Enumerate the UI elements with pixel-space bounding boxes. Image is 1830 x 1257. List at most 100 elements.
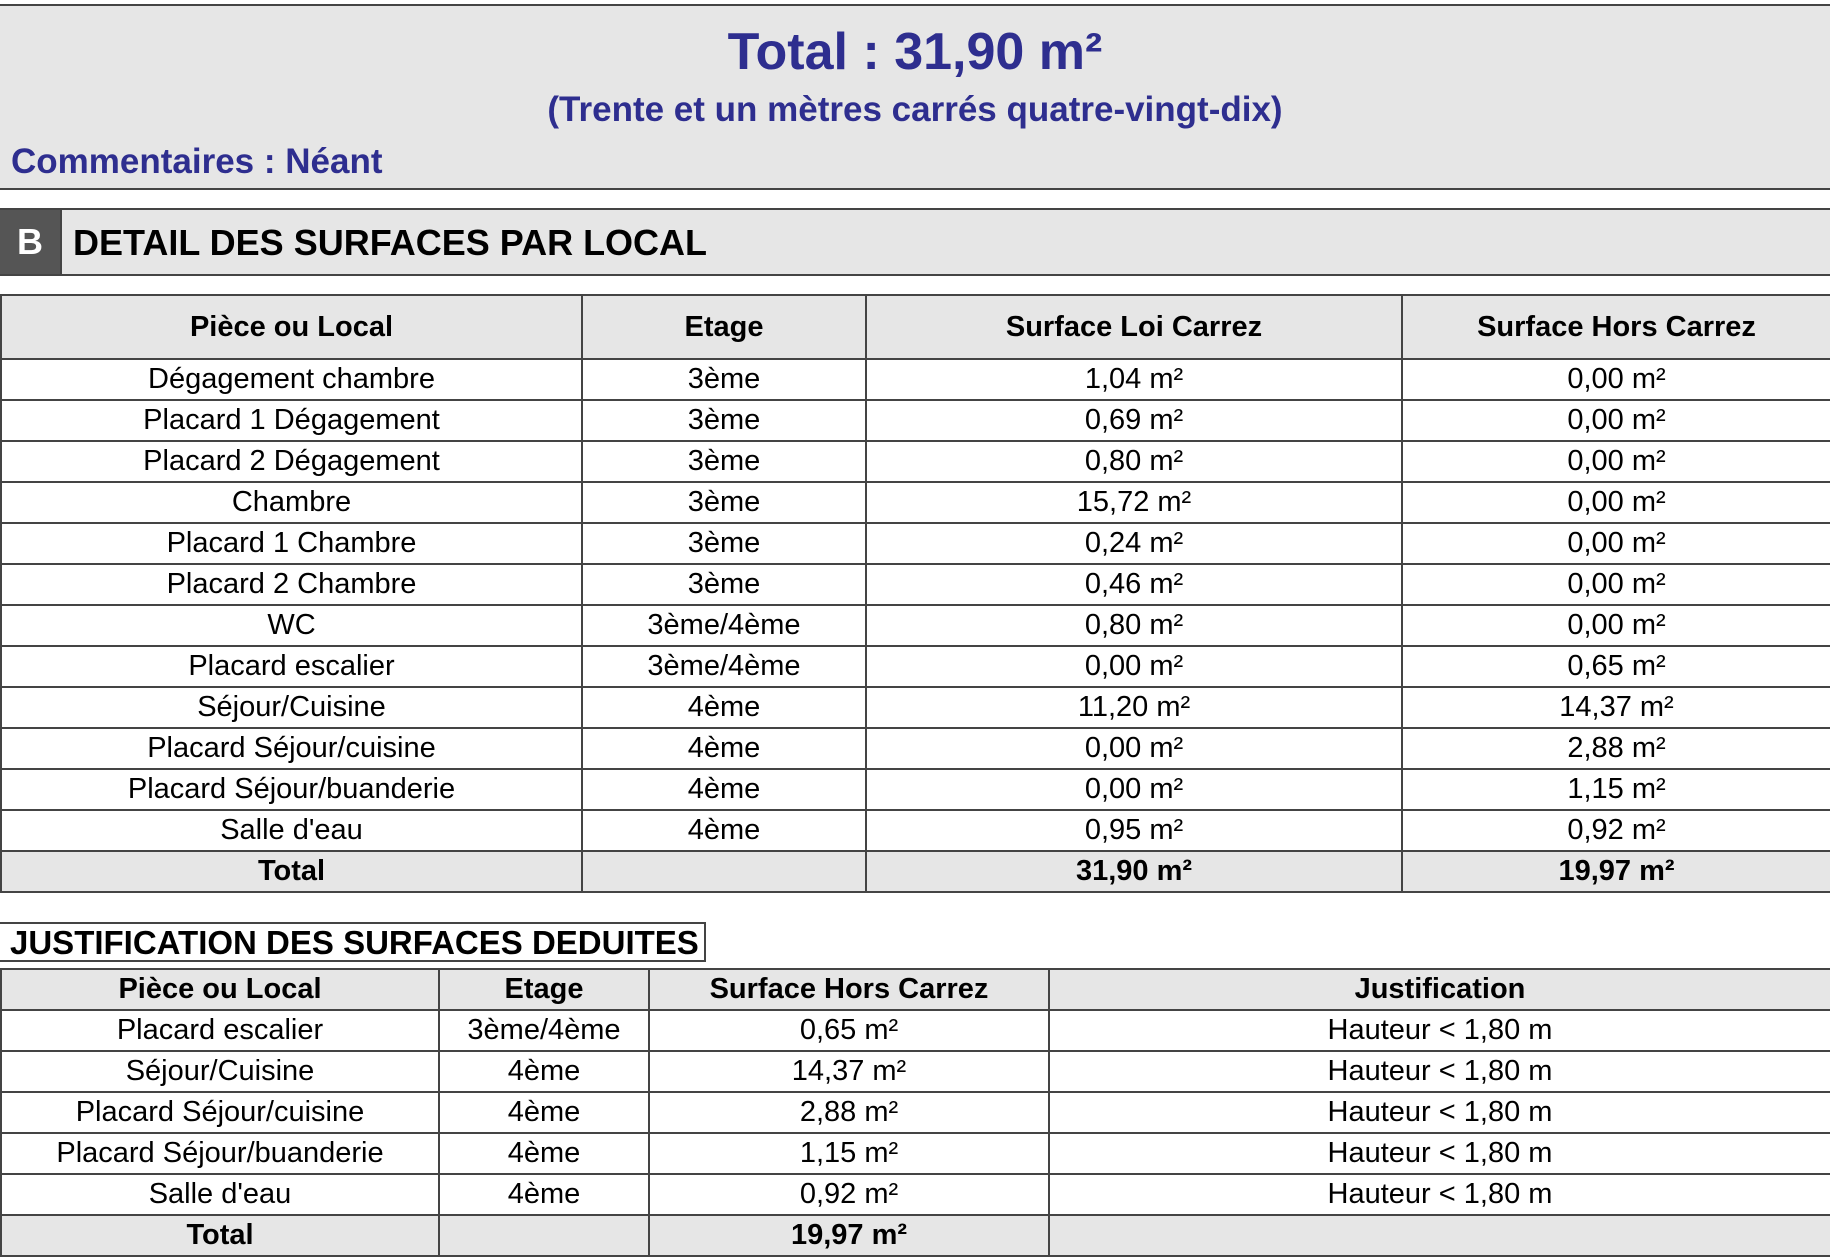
table-cell bbox=[438, 1214, 650, 1257]
table-cell: Hauteur < 1,80 m bbox=[1048, 1173, 1830, 1216]
total-hors-carrez: 19,97 m² bbox=[1401, 850, 1830, 893]
table-cell: 4ème bbox=[581, 809, 867, 852]
column-header: Pièce ou Local bbox=[0, 968, 440, 1011]
table-row: Placard 2 Chambre 3ème 0,46 m² 0,00 m² bbox=[0, 563, 1830, 606]
table-row: Séjour/Cuisine 4ème 14,37 m² Hauteur < 1… bbox=[0, 1050, 1830, 1093]
column-header: Surface Hors Carrez bbox=[648, 968, 1050, 1011]
table-cell: 0,00 m² bbox=[1401, 399, 1830, 442]
table-cell: Hauteur < 1,80 m bbox=[1048, 1091, 1830, 1134]
table-cell: 0,00 m² bbox=[1401, 563, 1830, 606]
table-cell: 4ème bbox=[438, 1091, 650, 1134]
table-cell: Placard Séjour/cuisine bbox=[0, 1091, 440, 1134]
table-cell: Placard 2 Chambre bbox=[0, 563, 583, 606]
table-cell: 1,15 m² bbox=[1401, 768, 1830, 811]
justification-title: JUSTIFICATION DES SURFACES DEDUITES bbox=[0, 922, 706, 962]
table-cell: 0,65 m² bbox=[1401, 645, 1830, 688]
table-cell: Hauteur < 1,80 m bbox=[1048, 1050, 1830, 1093]
table-cell: 4ème bbox=[581, 686, 867, 729]
table-cell: Placard 1 Dégagement bbox=[0, 399, 583, 442]
table-cell: 14,37 m² bbox=[648, 1050, 1050, 1093]
table-cell: Placard Séjour/buanderie bbox=[0, 1132, 440, 1175]
column-header: Surface Loi Carrez bbox=[865, 294, 1403, 360]
table-cell: Séjour/Cuisine bbox=[0, 686, 583, 729]
table-cell: 0,00 m² bbox=[1401, 604, 1830, 647]
table-cell: 0,24 m² bbox=[865, 522, 1403, 565]
table-cell: Placard escalier bbox=[0, 1009, 440, 1052]
table-cell: Placard Séjour/cuisine bbox=[0, 727, 583, 770]
table-cell: 0,00 m² bbox=[865, 645, 1403, 688]
table-cell: 4ème bbox=[438, 1173, 650, 1216]
table-cell: Placard escalier bbox=[0, 645, 583, 688]
table-cell: 0,69 m² bbox=[865, 399, 1403, 442]
total-surface: Total : 31,90 m² bbox=[727, 23, 1103, 81]
table-row: Dégagement chambre 3ème 1,04 m² 0,00 m² bbox=[0, 358, 1830, 401]
table-row: Placard Séjour/buanderie 4ème 1,15 m² Ha… bbox=[0, 1132, 1830, 1175]
table-row: Chambre 3ème 15,72 m² 0,00 m² bbox=[0, 481, 1830, 524]
table-cell: 2,88 m² bbox=[648, 1091, 1050, 1134]
table-total-row: Total 19,97 m² bbox=[0, 1214, 1830, 1257]
table-row: Placard 1 Chambre 3ème 0,24 m² 0,00 m² bbox=[0, 522, 1830, 565]
table-cell: 0,95 m² bbox=[865, 809, 1403, 852]
section-letter-badge: B bbox=[0, 210, 62, 274]
table-cell: 4ème bbox=[581, 768, 867, 811]
table-cell: 4ème bbox=[438, 1132, 650, 1175]
table-cell: 0,00 m² bbox=[865, 768, 1403, 811]
justification-table: Pièce ou Local Etage Surface Hors Carrez… bbox=[0, 968, 1830, 1257]
table-cell: 0,92 m² bbox=[648, 1173, 1050, 1216]
total-hors-carrez: 19,97 m² bbox=[648, 1214, 1050, 1257]
column-header: Justification bbox=[1048, 968, 1830, 1011]
table-row: Salle d'eau 4ème 0,95 m² 0,92 m² bbox=[0, 809, 1830, 852]
table-cell: 15,72 m² bbox=[865, 481, 1403, 524]
table-cell: 0,00 m² bbox=[1401, 522, 1830, 565]
summary-block: Total : 31,90 m² (Trente et un mètres ca… bbox=[0, 4, 1830, 190]
table-cell bbox=[1048, 1214, 1830, 1257]
table-cell: 3ème bbox=[581, 481, 867, 524]
column-header: Pièce ou Local bbox=[0, 294, 583, 360]
table-cell: 11,20 m² bbox=[865, 686, 1403, 729]
total-surface-words: (Trente et un mètres carrés quatre-vingt… bbox=[547, 90, 1283, 129]
table-cell: 0,80 m² bbox=[865, 604, 1403, 647]
table-cell: 14,37 m² bbox=[1401, 686, 1830, 729]
table-row: Placard escalier 3ème/4ème 0,00 m² 0,65 … bbox=[0, 645, 1830, 688]
table-row: Placard 1 Dégagement 3ème 0,69 m² 0,00 m… bbox=[0, 399, 1830, 442]
table-cell: Placard Séjour/buanderie bbox=[0, 768, 583, 811]
comments: Commentaires : Néant bbox=[11, 142, 383, 181]
table-cell: 0,80 m² bbox=[865, 440, 1403, 483]
section-title: DETAIL DES SURFACES PAR LOCAL bbox=[73, 222, 708, 263]
table-cell: Hauteur < 1,80 m bbox=[1048, 1009, 1830, 1052]
table-cell: 2,88 m² bbox=[1401, 727, 1830, 770]
table-row: Placard 2 Dégagement 3ème 0,80 m² 0,00 m… bbox=[0, 440, 1830, 483]
table-cell: Dégagement chambre bbox=[0, 358, 583, 401]
table-cell: Hauteur < 1,80 m bbox=[1048, 1132, 1830, 1175]
column-header: Etage bbox=[438, 968, 650, 1011]
column-header: Surface Hors Carrez bbox=[1401, 294, 1830, 360]
table-cell: Placard 1 Chambre bbox=[0, 522, 583, 565]
table-cell: 1,15 m² bbox=[648, 1132, 1050, 1175]
total-label: Total bbox=[0, 1214, 440, 1257]
table-cell: 3ème bbox=[581, 440, 867, 483]
table-cell: 0,00 m² bbox=[865, 727, 1403, 770]
table-header-row: Pièce ou Local Etage Surface Hors Carrez… bbox=[0, 968, 1830, 1011]
table-cell: Salle d'eau bbox=[0, 1173, 440, 1216]
table-row: Placard Séjour/buanderie 4ème 0,00 m² 1,… bbox=[0, 768, 1830, 811]
table-cell: 3ème bbox=[581, 399, 867, 442]
table-cell: Séjour/Cuisine bbox=[0, 1050, 440, 1093]
table-cell: 0,00 m² bbox=[1401, 481, 1830, 524]
table-row: Placard Séjour/cuisine 4ème 2,88 m² Haut… bbox=[0, 1091, 1830, 1134]
table-row: Placard escalier 3ème/4ème 0,65 m² Haute… bbox=[0, 1009, 1830, 1052]
table-total-row: Total 31,90 m² 19,97 m² bbox=[0, 850, 1830, 893]
table-cell: 3ème bbox=[581, 358, 867, 401]
table-row: Séjour/Cuisine 4ème 11,20 m² 14,37 m² bbox=[0, 686, 1830, 729]
total-loi-carrez: 31,90 m² bbox=[865, 850, 1403, 893]
table-cell: 4ème bbox=[581, 727, 867, 770]
table-cell: 0,00 m² bbox=[1401, 440, 1830, 483]
table-header-row: Pièce ou Local Etage Surface Loi Carrez … bbox=[0, 294, 1830, 360]
table-cell: Salle d'eau bbox=[0, 809, 583, 852]
table-cell: 4ème bbox=[438, 1050, 650, 1093]
table-cell: Chambre bbox=[0, 481, 583, 524]
table-row: Salle d'eau 4ème 0,92 m² Hauteur < 1,80 … bbox=[0, 1173, 1830, 1216]
table-cell: 3ème/4ème bbox=[581, 604, 867, 647]
table-cell: 3ème bbox=[581, 522, 867, 565]
table-cell: 1,04 m² bbox=[865, 358, 1403, 401]
table-row: Placard Séjour/cuisine 4ème 0,00 m² 2,88… bbox=[0, 727, 1830, 770]
